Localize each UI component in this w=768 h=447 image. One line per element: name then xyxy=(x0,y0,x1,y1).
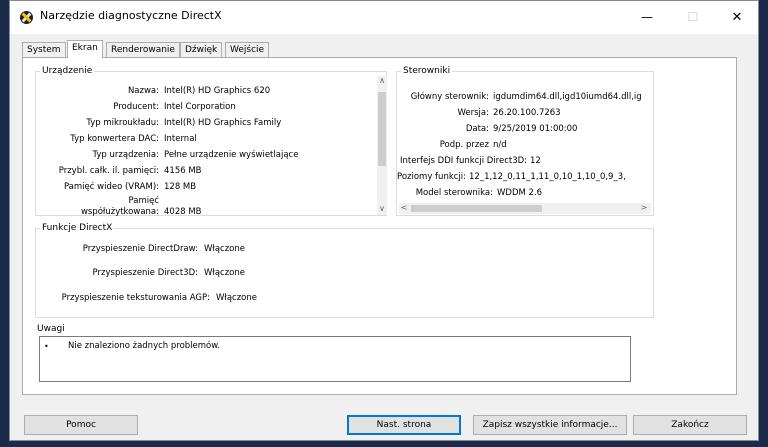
tab-sound[interactable]: Dźwięk xyxy=(180,42,223,58)
driver-label: Podp. przez xyxy=(439,140,489,150)
device-label: Typ mikroukładu: xyxy=(86,118,159,128)
device-label: Przybl. całk. il. pamięci: xyxy=(58,166,159,176)
driver-value: WDDM 2.6 xyxy=(497,188,543,198)
notes-group-title: Uwagi xyxy=(35,324,67,334)
device-label: współużytkowana: xyxy=(80,207,159,217)
device-value: Intel Corporation xyxy=(164,102,236,112)
window-title: Narzędzie diagnostyczne DirectX xyxy=(40,9,222,22)
dxdiag-window: Narzędzie diagnostyczne DirectX — ☐ ✕ Sy… xyxy=(9,0,759,441)
driver-value: 26.20.100.7263 xyxy=(493,108,561,118)
features-group-title: Funkcje DirectX xyxy=(40,223,115,233)
device-group-title: Urządzenie xyxy=(40,66,95,76)
driver-label: Data: xyxy=(465,124,489,134)
device-value: Internal xyxy=(164,134,197,144)
driver-label: Poziomy funkcji: xyxy=(397,172,467,182)
tab-input[interactable]: Wejście xyxy=(225,42,270,58)
device-label: Typ urządzenia: xyxy=(92,150,159,160)
directx-features-group: Funkcje DirectX Przyspieszenie DirectDra… xyxy=(35,223,654,318)
feature-label: Przyspieszenie teksturowania AGP: xyxy=(61,293,210,303)
feature-value: Włączone xyxy=(204,244,245,254)
notes-bullet: • xyxy=(44,342,49,351)
driver-label: Model sterownika: xyxy=(415,188,493,198)
exit-button[interactable]: Zakończ xyxy=(633,415,747,435)
driver-label: Interfejs DDI funkcji Direct3D: xyxy=(400,156,528,166)
maximize-button[interactable]: ☐ xyxy=(670,1,716,34)
device-value: 4156 MB xyxy=(164,166,202,176)
tab-system[interactable]: System xyxy=(22,42,66,58)
device-group: Urządzenie Nazwa: Intel(R) HD Graphics 6… xyxy=(35,66,387,217)
drivers-horizontal-scrollbar[interactable]: < > xyxy=(399,203,651,214)
device-vertical-scrollbar[interactable]: ∧ ∨ xyxy=(377,76,387,215)
tab-panel-display: Urządzenie Nazwa: Intel(R) HD Graphics 6… xyxy=(22,57,737,395)
scroll-thumb[interactable] xyxy=(378,92,386,166)
scroll-thumb[interactable] xyxy=(411,205,542,212)
driver-value: 12_1,12_0,11_1,11_0,10_1,10_0,9_3, xyxy=(469,172,626,182)
driver-label: Główny sterownik: xyxy=(410,92,489,102)
dxdiag-app-icon xyxy=(20,11,33,24)
tab-render[interactable]: Renderowanie xyxy=(106,42,180,58)
device-value: Pełne urządzenie wyświetlające xyxy=(164,150,299,160)
device-value: 4028 MB xyxy=(164,207,202,217)
save-all-info-button[interactable]: Zapisz wszystkie informacje... xyxy=(473,415,627,435)
notes-text-area[interactable]: • Nie znaleziono żadnych problemów. xyxy=(39,336,631,382)
device-label: Typ konwertera DAC: xyxy=(70,134,159,144)
driver-value: igdumdim64.dll,igd10iumd64.dll,ig xyxy=(493,92,642,102)
drivers-group-title: Sterowniki xyxy=(401,66,453,76)
help-button[interactable]: Pomoc xyxy=(24,415,138,435)
minimize-button[interactable]: — xyxy=(624,1,670,34)
drivers-group: Sterowniki Główny sterownik: igdumdim64.… xyxy=(396,66,654,216)
device-label: Nazwa: xyxy=(127,86,159,96)
driver-label: Wersja: xyxy=(457,108,490,118)
scroll-right-icon[interactable]: > xyxy=(639,203,649,213)
device-value: Intel(R) HD Graphics Family xyxy=(164,118,282,128)
device-value: 128 MB xyxy=(164,182,197,192)
next-page-button[interactable]: Nast. strona xyxy=(347,415,461,435)
driver-value: 9/25/2019 01:00:00 xyxy=(493,124,578,134)
title-bar[interactable]: Narzędzie diagnostyczne DirectX — ☐ ✕ xyxy=(10,1,758,34)
feature-value: Włączone xyxy=(204,268,245,278)
feature-value: Włączone xyxy=(216,293,257,303)
device-label: Pamięć wideo (VRAM): xyxy=(63,182,159,192)
tab-display[interactable]: Ekran xyxy=(67,40,103,58)
feature-label: Przyspieszenie Direct3D: xyxy=(92,268,198,278)
scroll-left-icon[interactable]: < xyxy=(399,203,409,213)
device-label: Producent: xyxy=(113,102,159,112)
feature-label: Przyspieszenie DirectDraw: xyxy=(82,244,198,254)
notes-message: Nie znaleziono żadnych problemów. xyxy=(68,341,221,351)
device-value: Intel(R) HD Graphics 620 xyxy=(164,86,271,96)
scroll-down-icon[interactable]: ∨ xyxy=(377,204,387,214)
driver-value: 12 xyxy=(530,156,541,166)
close-button[interactable]: ✕ xyxy=(714,1,760,34)
scroll-up-icon[interactable]: ∧ xyxy=(377,76,387,86)
driver-value: n/d xyxy=(493,140,507,150)
